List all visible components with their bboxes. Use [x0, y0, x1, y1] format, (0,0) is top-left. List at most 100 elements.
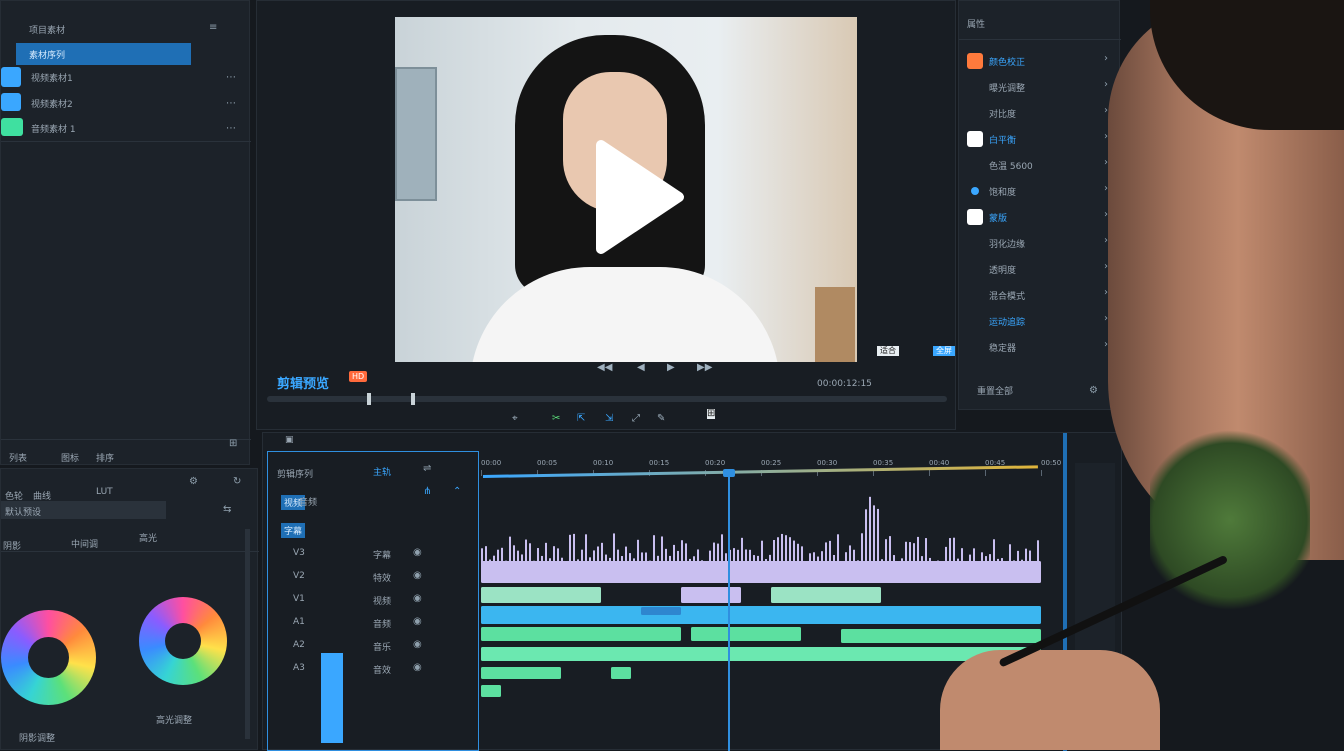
toolbar-out-button[interactable]: ⇲ [605, 414, 613, 424]
header-label-subtitle[interactable]: 字幕 [281, 523, 306, 538]
ruler-label: 00:20 [705, 459, 726, 467]
scrubber-handle[interactable] [411, 393, 415, 405]
visibility-icon[interactable]: ◉ [413, 640, 422, 650]
fullscreen-button[interactable]: 全屏 [933, 346, 955, 356]
highlights-color-wheel[interactable] [139, 597, 227, 685]
inspector-footer[interactable]: 重置全部 [977, 384, 1013, 397]
step-forward-button[interactable]: ▶▶ [697, 363, 712, 373]
track-label[interactable]: 音频 [373, 617, 391, 630]
footer-sort-button[interactable]: 排序 [96, 451, 114, 464]
inspector-item-label[interactable]: 曝光调整 [989, 81, 1025, 94]
waveform-bar [869, 496, 871, 571]
audio-clip-label[interactable] [641, 607, 681, 615]
toolbar-in-button[interactable]: ⇱ [577, 414, 585, 424]
chair [815, 287, 855, 362]
toolbar-add-button[interactable]: ⊞ [707, 409, 716, 419]
header-label-audio: 音频 [299, 498, 318, 508]
ruler-label: 00:05 [537, 459, 558, 467]
step-back-button[interactable]: ◀ [637, 363, 645, 373]
footer-icon-button[interactable]: 图标 [61, 451, 79, 464]
ruler-label: 00:30 [817, 459, 838, 467]
more-icon[interactable]: ⋯ [226, 124, 236, 134]
menu-icon[interactable]: ≡ [209, 23, 217, 33]
playhead-handle[interactable] [723, 469, 735, 477]
music-clip[interactable] [841, 629, 1041, 643]
sfx-clip[interactable] [611, 667, 631, 679]
ruler-tick [1041, 470, 1042, 476]
clip-segment[interactable] [481, 587, 601, 603]
project-item-label[interactable]: 视频素材2 [31, 97, 73, 110]
inspector-item-label[interactable]: 对比度 [989, 107, 1016, 120]
sfx-clip[interactable] [481, 647, 1041, 661]
project-item-label[interactable]: 音频素材 1 [31, 122, 76, 135]
toolbar-cut-button[interactable]: ✂ [552, 414, 560, 424]
inspector-item-label[interactable]: 白平衡 [989, 133, 1016, 146]
audio-clip[interactable] [481, 606, 1041, 624]
music-clip[interactable] [691, 627, 801, 641]
viewer-panel: 剪辑预览 HD ◀◀ ◀ ▶ ▶▶ 00:00:12:15 适合 全屏 ⌖ ✂ … [256, 0, 956, 430]
ruler-label: 00:15 [649, 459, 670, 467]
link-icon[interactable]: ⇌ [423, 464, 431, 474]
video-preview[interactable] [395, 17, 857, 362]
track-label[interactable]: 音效 [373, 663, 391, 676]
link-icon[interactable]: ⇆ [223, 505, 231, 515]
project-item-label[interactable]: 视频素材1 [31, 71, 73, 84]
track-label[interactable]: 视频 [373, 594, 391, 607]
inspector-item-label[interactable]: 饱和度 [989, 185, 1016, 198]
toolbar-expand-button[interactable]: ⤢ [632, 414, 640, 424]
inspector-item-label[interactable]: 稳定器 [989, 341, 1016, 354]
property-swatch [967, 209, 983, 225]
divider [1, 439, 251, 440]
snap-icon[interactable]: ⋔ [423, 487, 431, 497]
sequence-title: 剪辑序列 [277, 470, 314, 480]
more-icon[interactable]: ⋯ [226, 99, 236, 109]
inspector-item-label[interactable]: 运动追踪 [989, 315, 1025, 328]
marker-icon[interactable]: ⌃ [453, 487, 461, 497]
sfx-clip[interactable] [481, 667, 561, 679]
clip-segment[interactable] [771, 587, 881, 603]
track-label[interactable]: 音乐 [373, 640, 391, 653]
sfx-clip[interactable] [481, 685, 501, 697]
footer-list-button[interactable]: 列表 [9, 451, 27, 464]
toolbar-target-button[interactable]: ⌖ [512, 414, 518, 424]
tab-lut[interactable]: LUT [96, 487, 113, 497]
toolbar-edit-button[interactable]: ✎ [657, 414, 665, 424]
playhead-line[interactable] [728, 473, 730, 751]
track-label[interactable]: 特效 [373, 571, 391, 584]
inspector-item-label[interactable]: 色温 5600 [989, 159, 1033, 172]
new-item-icon[interactable]: ⊞ [229, 439, 237, 449]
inspector-item-label[interactable]: 颜色校正 [989, 55, 1025, 68]
fit-button[interactable]: 适合 [877, 346, 899, 356]
track-label[interactable]: 字幕 [373, 548, 391, 561]
chevron-right-icon[interactable]: › [1104, 80, 1108, 90]
chevron-right-icon[interactable]: › [1104, 54, 1108, 64]
audio-swatch [1, 118, 23, 136]
inspector-item-label[interactable]: 羽化边缘 [989, 237, 1025, 250]
more-icon[interactable]: ⋯ [226, 73, 236, 83]
sequence-tab-main[interactable]: 主轨 [373, 465, 391, 478]
inspector-item-label[interactable]: 混合模式 [989, 289, 1025, 302]
settings-icon[interactable]: ⚙ [1089, 386, 1098, 396]
rewind-button[interactable]: ◀◀ [597, 363, 612, 373]
inspector-item-label[interactable]: 蒙版 [989, 211, 1007, 224]
scrollbar[interactable] [245, 529, 250, 739]
inspector-item-label[interactable]: 透明度 [989, 263, 1016, 276]
play-button[interactable]: ▶ [667, 363, 675, 373]
visibility-icon[interactable]: ◉ [413, 663, 422, 673]
ruler-label: 00:40 [929, 459, 950, 467]
settings-icon[interactable]: ⚙ [189, 477, 198, 487]
visibility-icon[interactable]: ◉ [413, 571, 422, 581]
clip-segment[interactable] [681, 587, 741, 603]
shadows-color-wheel[interactable] [1, 610, 96, 705]
visibility-icon[interactable]: ◉ [413, 617, 422, 627]
timeline-tab-icon[interactable]: ▣ [285, 435, 294, 445]
track-name: V2 [293, 571, 305, 581]
timecode: 00:00:12:15 [817, 379, 872, 389]
visibility-icon[interactable]: ◉ [413, 594, 422, 604]
visibility-icon[interactable]: ◉ [413, 548, 422, 558]
video-clip[interactable] [481, 561, 1041, 583]
refresh-icon[interactable]: ↻ [233, 477, 241, 487]
music-clip[interactable] [481, 627, 681, 641]
play-icon[interactable] [595, 137, 685, 257]
scrubber-handle[interactable] [367, 393, 371, 405]
